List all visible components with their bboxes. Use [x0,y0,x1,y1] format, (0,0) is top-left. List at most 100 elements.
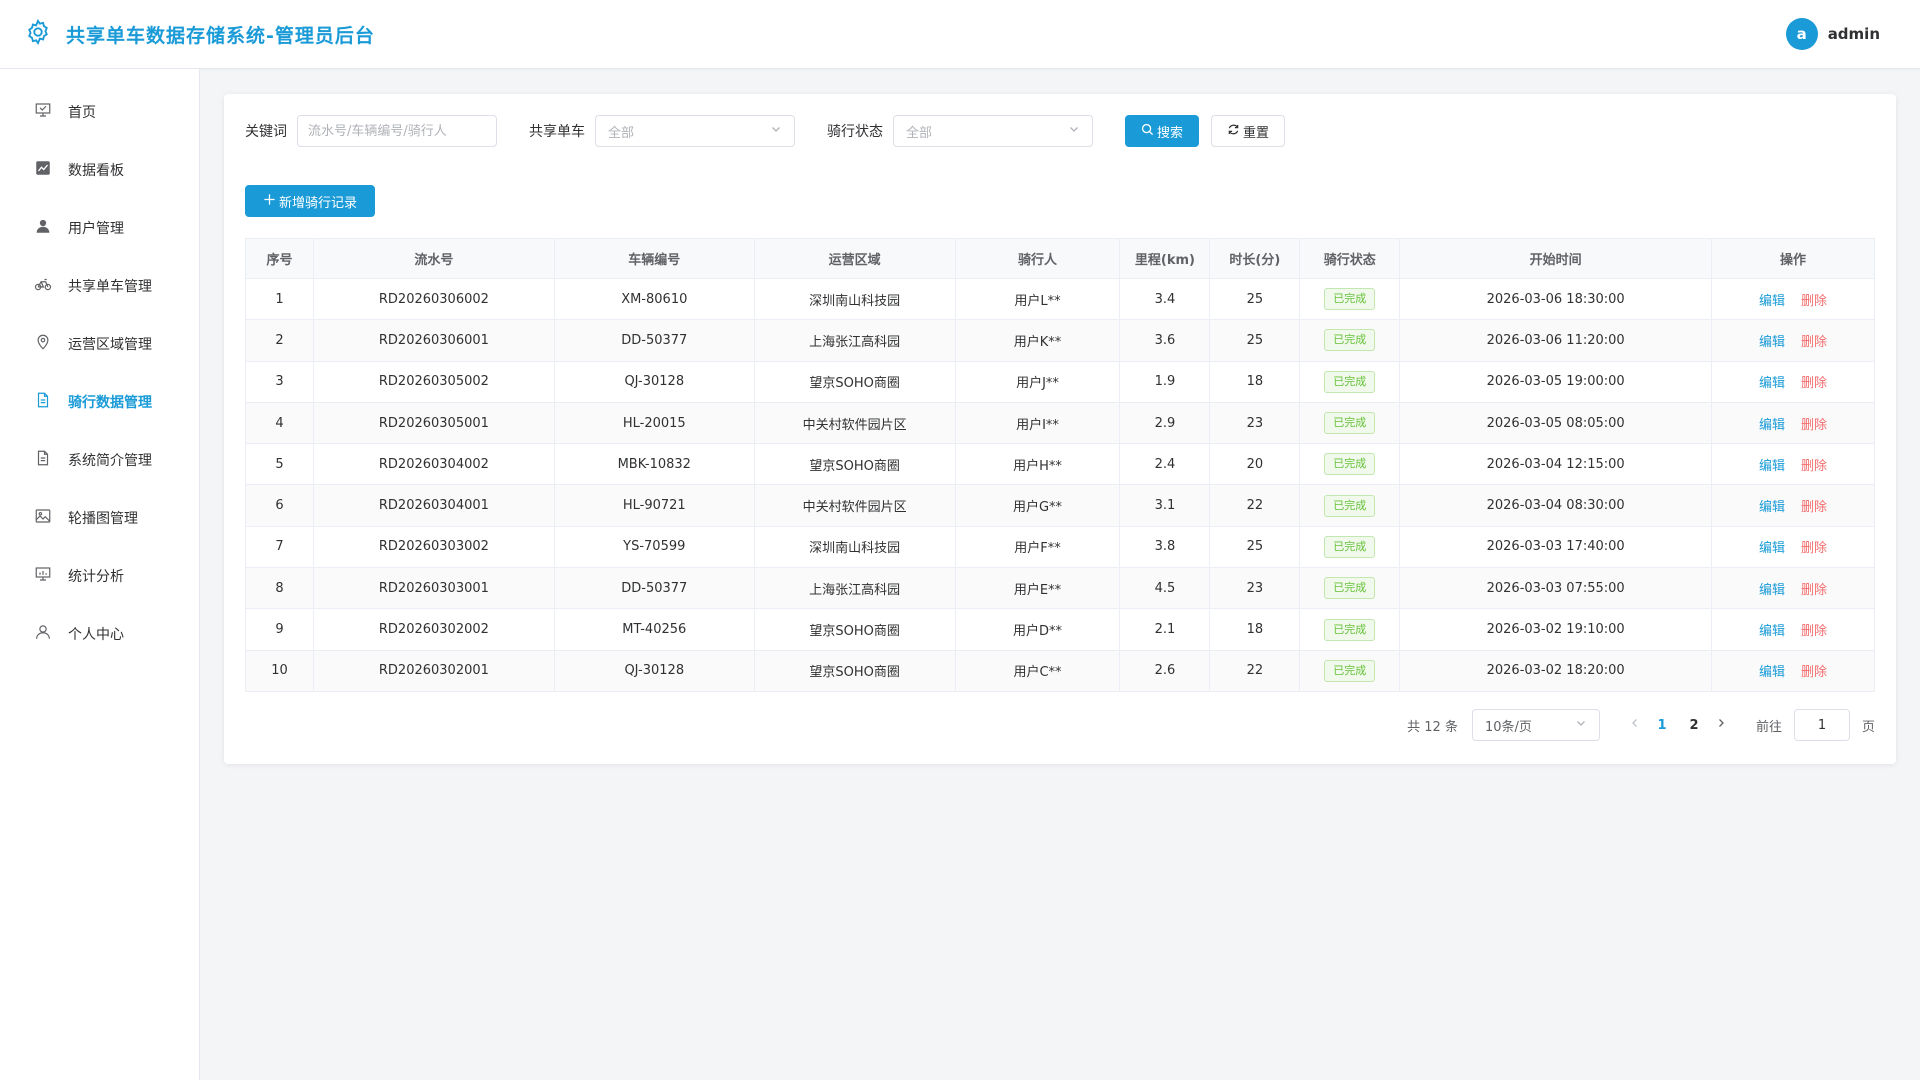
cell-serial: RD20260306002 [313,278,555,321]
sidebar-item-label: 轮播图管理 [68,511,138,527]
page-suffix: 页 [1861,719,1875,735]
status-badge: 已完成 [1324,288,1376,311]
table-row: 5 RD20260304002 MBK-10832 望京SOHO商圈 用户H** 2.4 2… [245,443,1875,486]
sidebar-item-areas[interactable]: 运营区域管理 [0,315,199,373]
table-row: 7 RD20260303002 YS-70599 深圳南山科技园 用户F** 3.8 25 已… [245,526,1875,569]
user-outline-icon [34,623,68,645]
cell-min: 18 [1209,608,1301,651]
sidebar-item-stats[interactable]: 统计分析 [0,547,199,605]
cell-status: 已完成 [1299,402,1401,445]
status-badge: 已完成 [1324,535,1376,558]
next-page-button[interactable] [1710,711,1732,739]
sidebar: 首页 数据看板 用户管理 共享单车管理 运营区域管理 骑行数据管理 系统简介管理… [0,69,200,1080]
prev-page-button[interactable] [1624,711,1646,739]
cell-area: 望京SOHO商圈 [754,608,956,651]
cell-rider: 用户K** [955,319,1121,362]
delete-button[interactable]: 删除 [1801,376,1827,391]
cell-km: 1.9 [1119,361,1211,403]
sidebar-item-intro[interactable]: 系统简介管理 [0,431,199,489]
add-ride-button[interactable]: 新增骑行记录 [245,185,375,217]
cell-actions: 编辑 删除 [1711,526,1875,569]
cell-status: 已完成 [1299,484,1401,527]
keyword-label: 关键词 [245,124,287,140]
cell-area: 中关村软件园片区 [754,402,956,445]
sidebar-item-rides[interactable]: 骑行数据管理 [0,373,199,431]
cell-km: 2.6 [1119,650,1211,692]
status-badge: 已完成 [1324,618,1376,641]
cell-start: 2026-03-02 19:10:00 [1399,608,1713,651]
page-size-select[interactable]: 10条/页 [1471,709,1600,741]
cell-min: 23 [1209,567,1301,610]
cell-min: 22 [1209,484,1301,527]
status-select[interactable]: 全部 [893,115,1093,147]
cell-area: 望京SOHO商圈 [754,361,956,403]
delete-button[interactable]: 删除 [1801,418,1827,433]
goto-page-input[interactable] [1793,709,1850,741]
cell-km: 3.4 [1119,278,1211,321]
cell-km: 4.5 [1119,567,1211,610]
cell-status: 已完成 [1299,443,1401,486]
cell-min: 25 [1209,526,1301,569]
table-row: 6 RD20260304001 HL-90721 中关村软件园片区 用户G** 3.1 22… [245,484,1875,527]
edit-button[interactable]: 编辑 [1759,665,1785,680]
sidebar-item-label: 运营区域管理 [68,337,152,353]
delete-button[interactable]: 删除 [1801,665,1827,680]
username[interactable]: admin [1828,25,1880,43]
user-menu[interactable]: a admin [1785,18,1880,50]
table-row: 10 RD20260302001 QJ-30128 望京SOHO商圈 用户C** 2.6 2… [245,650,1875,692]
cell-km: 3.6 [1119,319,1211,362]
delete-button[interactable]: 删除 [1801,335,1827,350]
delete-button[interactable]: 删除 [1801,583,1827,598]
bike-select[interactable]: 全部 [595,115,795,147]
filter-bar: 关键词 共享单车 全部 骑行状态 全部 搜索 重置 [245,115,1875,147]
cell-km: 2.1 [1119,608,1211,651]
sidebar-item-label: 数据看板 [68,163,124,179]
cell-bike: DD-50377 [554,319,755,362]
sidebar-item-home[interactable]: 首页 [0,83,199,141]
edit-button[interactable]: 编辑 [1759,418,1785,433]
cell-min: 25 [1209,319,1301,362]
table-row: 2 RD20260306001 DD-50377 上海张江高科园 用户K** 3.6 25 已… [245,319,1875,362]
edit-button[interactable]: 编辑 [1759,294,1785,309]
sidebar-item-users[interactable]: 用户管理 [0,199,199,257]
delete-button[interactable]: 删除 [1801,459,1827,474]
keyword-input[interactable] [297,115,497,147]
delete-button[interactable]: 删除 [1801,624,1827,639]
delete-button[interactable]: 删除 [1801,541,1827,556]
cell-serial: RD20260303001 [313,567,555,610]
sidebar-item-label: 骑行数据管理 [68,395,152,411]
edit-button[interactable]: 编辑 [1759,500,1785,515]
sidebar-item-profile[interactable]: 个人中心 [0,605,199,663]
status-badge: 已完成 [1324,577,1376,600]
edit-button[interactable]: 编辑 [1759,376,1785,391]
cell-start: 2026-03-02 18:20:00 [1399,650,1713,692]
delete-button[interactable]: 删除 [1801,294,1827,309]
cell-min: 25 [1209,278,1301,321]
edit-button[interactable]: 编辑 [1759,335,1785,350]
edit-button[interactable]: 编辑 [1759,541,1785,556]
cell-actions: 编辑 删除 [1711,402,1875,445]
edit-button[interactable]: 编辑 [1759,624,1785,639]
edit-button[interactable]: 编辑 [1759,583,1785,598]
delete-button[interactable]: 删除 [1801,500,1827,515]
page-number-1[interactable]: 1 [1646,718,1678,733]
cell-start: 2026-03-03 17:40:00 [1399,526,1713,569]
page-number-2[interactable]: 2 [1678,718,1710,733]
cell-actions: 编辑 删除 [1711,278,1875,321]
cell-no: 7 [245,526,314,569]
reset-button[interactable]: 重置 [1211,115,1285,147]
cell-start: 2026-03-04 08:30:00 [1399,484,1713,527]
sidebar-item-label: 统计分析 [68,569,124,585]
avatar[interactable]: a [1785,18,1818,50]
table-row: 9 RD20260302002 MT-40256 望京SOHO商圈 用户D** 2.1 18… [245,608,1875,651]
cell-km: 3.8 [1119,526,1211,569]
sidebar-item-bikes[interactable]: 共享单车管理 [0,257,199,315]
cell-serial: RD20260302002 [313,608,555,651]
cell-bike: MT-40256 [554,608,755,651]
cell-km: 3.1 [1119,484,1211,527]
sidebar-item-dashboard[interactable]: 数据看板 [0,141,199,199]
edit-button[interactable]: 编辑 [1759,459,1785,474]
sidebar-item-carousel[interactable]: 轮播图管理 [0,489,199,547]
search-button-label: 搜索 [1156,125,1183,141]
search-button[interactable]: 搜索 [1125,115,1199,147]
